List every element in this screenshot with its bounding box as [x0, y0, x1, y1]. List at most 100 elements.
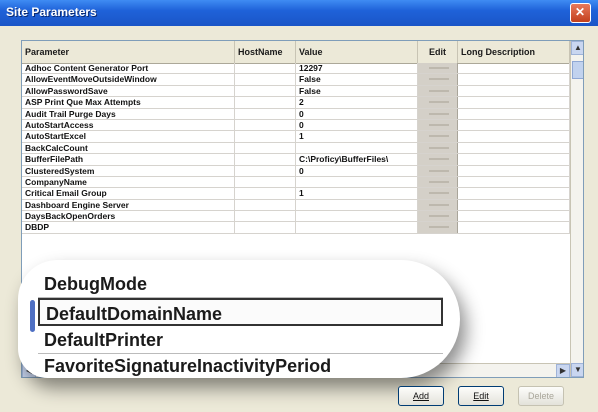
table-row[interactable]: AllowPasswordSave False: [22, 85, 570, 98]
table-row[interactable]: BackCalcCount: [22, 142, 570, 155]
hostname-cell[interactable]: [235, 85, 296, 97]
value-cell[interactable]: [296, 222, 418, 233]
column-header-hostname[interactable]: HostName: [235, 41, 296, 63]
magnified-row-defaultprinter[interactable]: DefaultPrinter: [38, 326, 443, 354]
column-header-parameter[interactable]: Parameter: [22, 41, 235, 63]
parameter-cell[interactable]: DBDP: [22, 222, 235, 233]
close-button[interactable]: [570, 3, 591, 23]
hostname-cell[interactable]: [235, 108, 296, 119]
hostname-cell[interactable]: [235, 211, 296, 222]
title-bar[interactable]: Site Parameters: [0, 0, 598, 26]
edit-cell-button[interactable]: [418, 142, 458, 154]
edit-cell-button[interactable]: [418, 176, 458, 188]
parameter-cell[interactable]: AllowEventMoveOutsideWindow: [22, 74, 235, 85]
value-cell[interactable]: [296, 142, 418, 154]
scroll-right-icon[interactable]: ▶: [556, 364, 570, 377]
long-description-cell[interactable]: [458, 63, 570, 74]
long-description-cell[interactable]: [458, 154, 570, 165]
parameter-cell[interactable]: ClusteredSystem: [22, 165, 235, 176]
table-row[interactable]: AutoStartExcel 1: [22, 131, 570, 143]
table-row[interactable]: BufferFilePath C:\Proficy\BufferFiles\: [22, 154, 570, 166]
value-cell[interactable]: False: [296, 74, 418, 85]
parameter-cell[interactable]: AutoStartAccess: [22, 119, 235, 131]
parameter-cell[interactable]: BufferFilePath: [22, 154, 235, 165]
value-cell[interactable]: [296, 199, 418, 211]
hostname-cell[interactable]: [235, 222, 296, 233]
value-cell[interactable]: 0: [296, 119, 418, 131]
hostname-cell[interactable]: [235, 131, 296, 142]
parameter-cell[interactable]: ASP Print Que Max Attempts: [22, 97, 235, 108]
table-row[interactable]: Adhoc Content Generator Port 12297: [22, 63, 570, 75]
value-cell[interactable]: 2: [296, 97, 418, 108]
long-description-cell[interactable]: [458, 85, 570, 97]
long-description-cell[interactable]: [458, 119, 570, 131]
hostname-cell[interactable]: [235, 97, 296, 108]
table-row[interactable]: DBDP: [22, 222, 570, 234]
magnified-row-signature-inactivity[interactable]: FavoriteSignatureInactivityPeriod: [38, 352, 443, 378]
parameter-cell[interactable]: CompanyName: [22, 176, 235, 188]
long-description-cell[interactable]: [458, 74, 570, 85]
hostname-cell[interactable]: [235, 142, 296, 154]
edit-cell-button[interactable]: [418, 74, 458, 85]
parameter-cell[interactable]: BackCalcCount: [22, 142, 235, 154]
long-description-cell[interactable]: [458, 199, 570, 211]
table-row[interactable]: Dashboard Engine Server: [22, 199, 570, 212]
table-row[interactable]: Critical Email Group 1: [22, 188, 570, 200]
edit-cell-button[interactable]: [418, 63, 458, 74]
edit-cell-button[interactable]: [418, 211, 458, 222]
value-cell[interactable]: C:\Proficy\BufferFiles\: [296, 154, 418, 165]
hostname-cell[interactable]: [235, 119, 296, 131]
value-cell[interactable]: 1: [296, 188, 418, 199]
long-description-cell[interactable]: [458, 188, 570, 199]
hostname-cell[interactable]: [235, 63, 296, 74]
hostname-cell[interactable]: [235, 199, 296, 211]
long-description-cell[interactable]: [458, 142, 570, 154]
column-header-edit[interactable]: Edit: [418, 41, 458, 63]
long-description-cell[interactable]: [458, 97, 570, 108]
value-cell[interactable]: 0: [296, 165, 418, 176]
value-cell[interactable]: 1: [296, 131, 418, 142]
hostname-cell[interactable]: [235, 165, 296, 176]
long-description-cell[interactable]: [458, 211, 570, 222]
value-cell[interactable]: [296, 176, 418, 188]
parameter-cell[interactable]: Audit Trail Purge Days: [22, 108, 235, 119]
add-button[interactable]: Add: [398, 386, 444, 406]
edit-cell-button[interactable]: [418, 97, 458, 108]
magnified-row-debugmode[interactable]: DebugMode: [38, 270, 443, 298]
table-row[interactable]: Audit Trail Purge Days 0: [22, 108, 570, 120]
table-row[interactable]: DaysBackOpenOrders: [22, 211, 570, 223]
vertical-scroll-thumb[interactable]: [572, 61, 583, 79]
scroll-up-icon[interactable]: ▲: [571, 41, 583, 55]
value-cell[interactable]: 0: [296, 108, 418, 119]
edit-cell-button[interactable]: [418, 119, 458, 131]
column-header-long-description[interactable]: Long Description: [458, 41, 570, 63]
long-description-cell[interactable]: [458, 165, 570, 176]
parameter-cell[interactable]: AutoStartExcel: [22, 131, 235, 142]
edit-cell-button[interactable]: [418, 165, 458, 176]
parameter-cell[interactable]: DaysBackOpenOrders: [22, 211, 235, 222]
magnified-row-defaultdomainname[interactable]: DefaultDomainName: [38, 298, 443, 326]
parameter-cell[interactable]: Adhoc Content Generator Port: [22, 63, 235, 74]
parameter-cell[interactable]: Dashboard Engine Server: [22, 199, 235, 211]
hostname-cell[interactable]: [235, 154, 296, 165]
long-description-cell[interactable]: [458, 222, 570, 233]
value-cell[interactable]: False: [296, 85, 418, 97]
long-description-cell[interactable]: [458, 176, 570, 188]
edit-cell-button[interactable]: [418, 188, 458, 199]
hostname-cell[interactable]: [235, 188, 296, 199]
value-cell[interactable]: 12297: [296, 63, 418, 74]
edit-cell-button[interactable]: [418, 154, 458, 165]
edit-button[interactable]: Edit: [458, 386, 504, 406]
parameter-cell[interactable]: Critical Email Group: [22, 188, 235, 199]
edit-cell-button[interactable]: [418, 85, 458, 97]
edit-cell-button[interactable]: [418, 131, 458, 142]
vertical-scrollbar[interactable]: ▲ ▼: [570, 41, 583, 377]
parameter-cell[interactable]: AllowPasswordSave: [22, 85, 235, 97]
delete-button[interactable]: Delete: [518, 386, 564, 406]
table-row[interactable]: ClusteredSystem 0: [22, 165, 570, 177]
table-row[interactable]: CompanyName: [22, 176, 570, 189]
value-cell[interactable]: [296, 211, 418, 222]
table-row[interactable]: AllowEventMoveOutsideWindow False: [22, 74, 570, 86]
table-row[interactable]: ASP Print Que Max Attempts 2: [22, 97, 570, 109]
scroll-down-icon[interactable]: ▼: [571, 363, 583, 377]
